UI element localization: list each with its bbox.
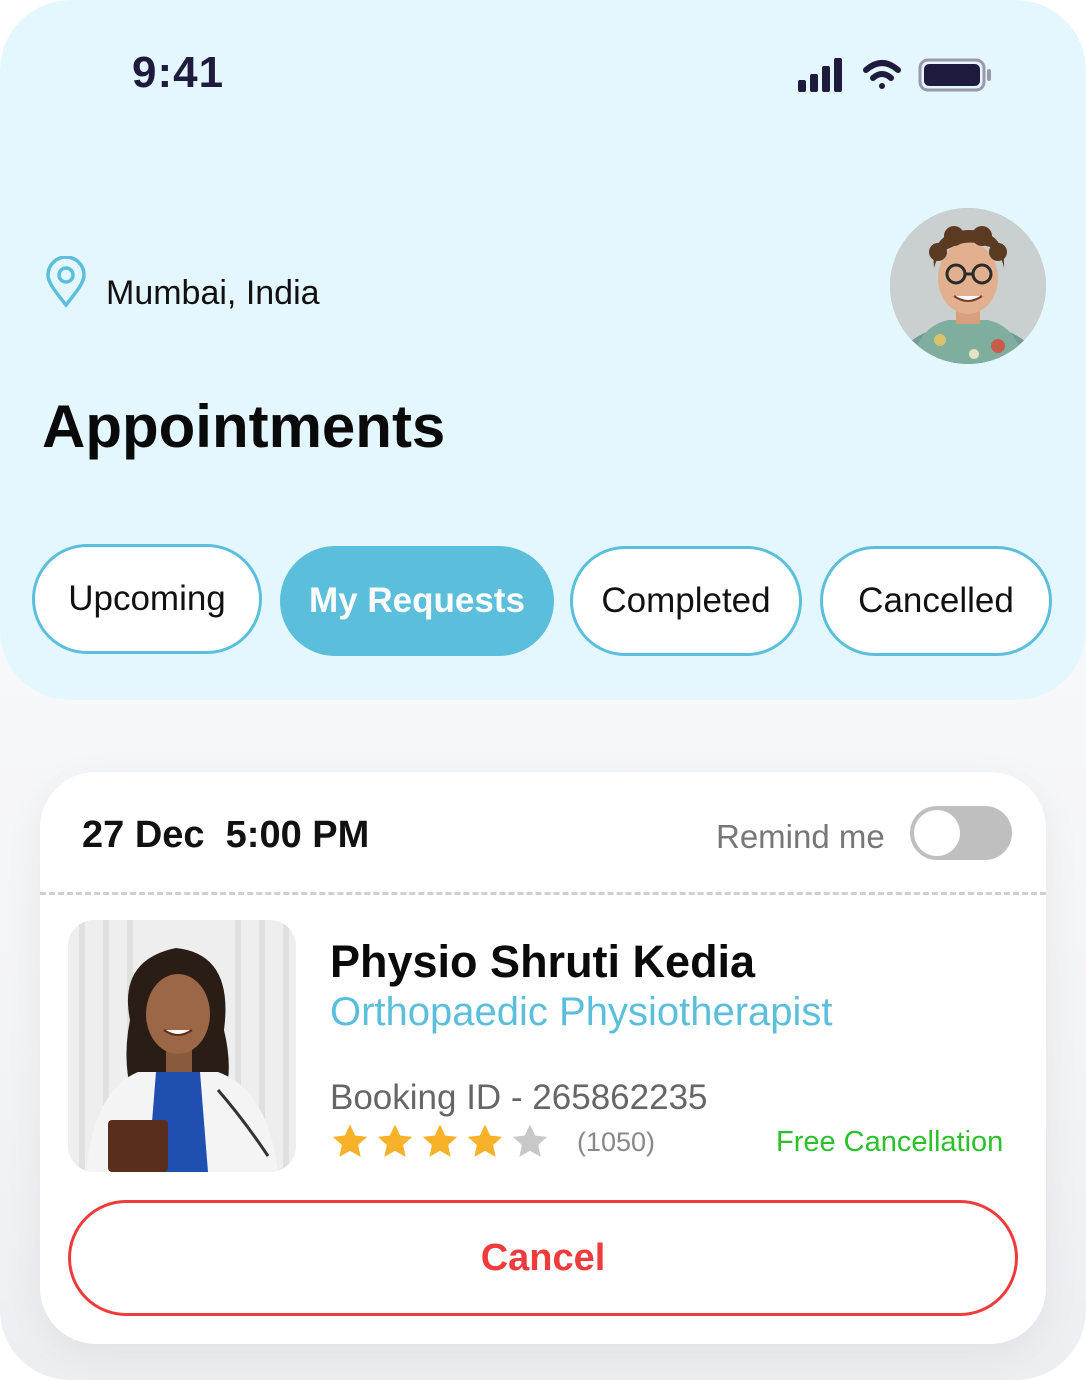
tab-bar: Upcoming My Requests Completed Cancelled [32,544,1062,660]
review-count: (1050) [577,1126,656,1157]
doctor-photo [68,920,296,1172]
toggle-knob [914,810,960,856]
tab-upcoming[interactable]: Upcoming [32,544,262,654]
doctor-image [68,920,296,1172]
doctor-name: Physio Shruti Kedia [330,936,756,987]
doctor-specialty: Orthopaedic Physiotherapist [330,990,833,1034]
star-filled-icon [467,1124,503,1157]
star-rating [330,1122,555,1162]
header-panel: 9:41 Mumbai, India Appointments Upcoming… [0,0,1086,700]
star-filled-icon [332,1124,368,1157]
avatar[interactable] [890,208,1046,364]
booking-id: Booking ID - 265862235 [330,1078,708,1117]
status-time: 9:41 [132,48,225,97]
map-pin-icon [46,255,86,308]
app-screen: 9:41 Mumbai, India Appointments Upcoming… [0,0,1086,1380]
location-text: Mumbai, India [106,274,320,312]
signal-icon [798,58,842,92]
tab-my-requests[interactable]: My Requests [280,546,554,656]
tab-completed[interactable]: Completed [570,546,802,656]
appointment-card: 27 Dec 5:00 PM Remind me Physio Shruti K… [40,772,1046,1344]
location[interactable]: Mumbai, India [44,250,320,313]
dashed-divider [40,892,1046,895]
page-title: Appointments [42,393,446,460]
tab-cancelled[interactable]: Cancelled [820,546,1052,656]
status-icons [798,58,991,92]
remind-me-toggle[interactable] [910,806,1012,860]
appointment-date-time: 27 Dec 5:00 PM [82,814,370,856]
star-filled-icon [377,1124,413,1157]
rating: (1050) [330,1122,655,1162]
cancel-button[interactable]: Cancel [68,1200,1018,1316]
free-cancellation-label: Free Cancellation [776,1126,1004,1158]
wifi-icon [863,60,901,89]
remind-me-label: Remind me [716,818,885,855]
star-filled-icon [422,1124,458,1157]
battery-icon [918,58,991,92]
user-avatar-image [890,208,1046,364]
star-empty-icon [512,1124,548,1157]
